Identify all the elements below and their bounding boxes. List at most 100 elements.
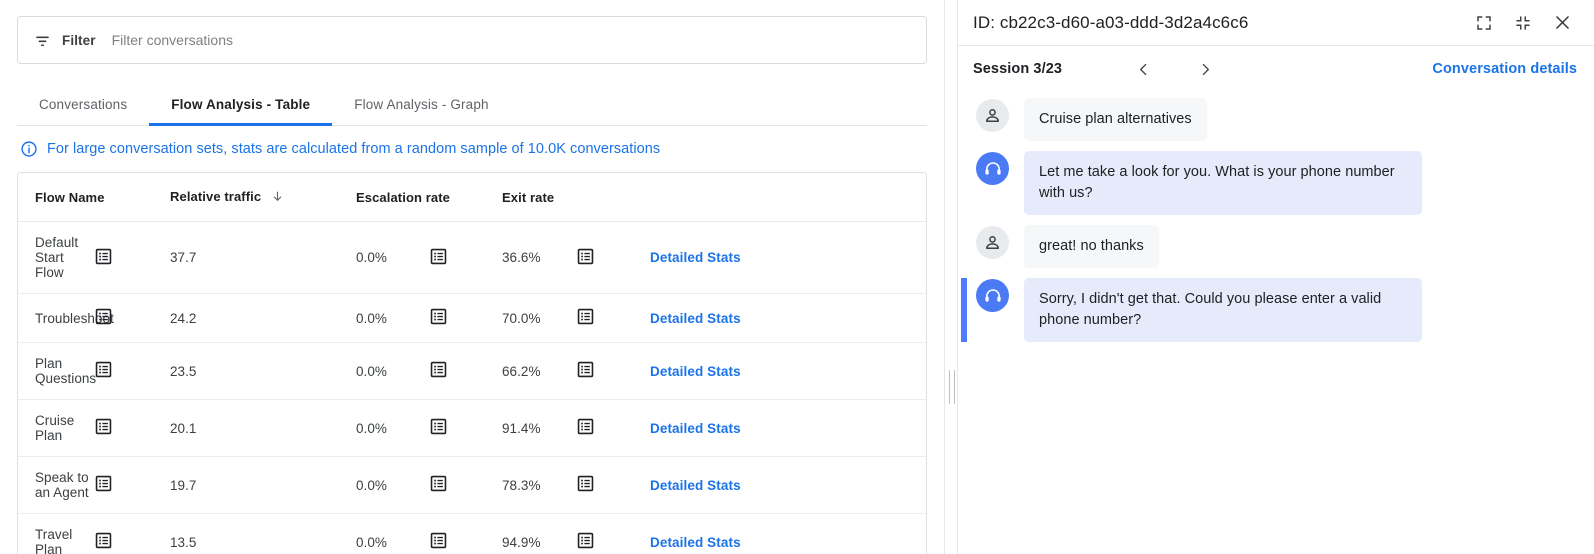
- exit-rate-view-list-icon[interactable]: [576, 514, 650, 554]
- message-bubble: Cruise plan alternatives: [1024, 98, 1207, 141]
- message-text: Sorry, I didn't get that. Could you plea…: [1039, 291, 1381, 328]
- close-icon[interactable]: [1547, 8, 1577, 38]
- cell-flow-name: Plan Questions: [18, 343, 94, 400]
- flow-name-text: Speak to an Agent: [35, 470, 89, 500]
- relative-traffic-value: 20.1: [170, 421, 196, 436]
- table-row[interactable]: Travel Plan 13.5 0.0% 94.9% Detailed Stats: [18, 514, 926, 554]
- expand-icon[interactable]: [1469, 8, 1499, 38]
- exit-rate-view-list-icon[interactable]: [576, 400, 650, 457]
- sampling-info-text: For large conversation sets, stats are c…: [47, 142, 660, 157]
- cell-actions: Detailed Stats: [650, 294, 926, 343]
- relative-traffic-value: 23.5: [170, 364, 196, 379]
- column-header-exit-rate-label: Exit rate: [502, 190, 554, 205]
- column-header-exit-rate[interactable]: Exit rate: [502, 173, 650, 222]
- cell-flow-name: Default Start Flow: [18, 222, 94, 294]
- chevron-right-icon[interactable]: [1190, 54, 1220, 84]
- table-row[interactable]: Troubleshoot24.20.0%70.0%Detailed Stats: [18, 294, 926, 343]
- flow-name-view-list-icon[interactable]: [94, 400, 170, 457]
- cell-escalation-rate: 0.0%: [356, 457, 429, 514]
- cell-flow-name: Troubleshoot: [18, 294, 94, 343]
- flow-name-view-list-icon[interactable]: [94, 294, 170, 343]
- conversation-id: ID: cb22c3-d60-a03-ddd-3d2a4c6c6: [973, 13, 1460, 33]
- detailed-stats-link[interactable]: Detailed Stats: [650, 364, 741, 379]
- escalation-rate-value: 0.0%: [356, 250, 387, 265]
- exit-rate-view-list-icon[interactable]: [576, 343, 650, 400]
- chat-message[interactable]: Sorry, I didn't get that. Could you plea…: [958, 278, 1594, 342]
- exit-rate-view-list-icon[interactable]: [576, 222, 650, 294]
- column-header-escalation-rate[interactable]: Escalation rate: [356, 173, 502, 222]
- escalation-rate-view-list-icon[interactable]: [429, 294, 502, 343]
- exit-rate-view-list-icon[interactable]: [576, 294, 650, 343]
- escalation-rate-view-list-icon[interactable]: [429, 343, 502, 400]
- chevron-left-icon[interactable]: [1128, 54, 1158, 84]
- escalation-rate-view-list-icon[interactable]: [429, 514, 502, 554]
- sort-descending-icon: [271, 190, 284, 206]
- cell-exit-rate: 36.6%: [502, 222, 576, 294]
- chat-message[interactable]: Let me take a look for you. What is your…: [958, 151, 1594, 215]
- cell-flow-name: Speak to an Agent: [18, 457, 94, 514]
- escalation-rate-view-list-icon[interactable]: [429, 222, 502, 294]
- escalation-rate-value: 0.0%: [356, 311, 387, 326]
- sampling-info-banner: For large conversation sets, stats are c…: [20, 140, 944, 158]
- filter-label: Filter: [62, 33, 96, 48]
- cell-exit-rate: 66.2%: [502, 343, 576, 400]
- tab-flow-analysis-table[interactable]: Flow Analysis - Table: [149, 84, 332, 125]
- cell-escalation-rate: 0.0%: [356, 294, 429, 343]
- cell-escalation-rate: 0.0%: [356, 222, 429, 294]
- chat-message[interactable]: great! no thanks: [958, 225, 1594, 268]
- message-bubble: Sorry, I didn't get that. Could you plea…: [1024, 278, 1422, 342]
- table-row[interactable]: Cruise Plan20.10.0%91.4%Detailed Stats: [18, 400, 926, 457]
- detailed-stats-link[interactable]: Detailed Stats: [650, 311, 741, 326]
- detailed-stats-link[interactable]: Detailed Stats: [650, 478, 741, 493]
- exit-rate-view-list-icon[interactable]: [576, 457, 650, 514]
- message-bubble: great! no thanks: [1024, 225, 1159, 268]
- drag-handle-icon[interactable]: [949, 370, 955, 404]
- detailed-stats-link[interactable]: Detailed Stats: [650, 421, 741, 436]
- collapse-icon[interactable]: [1508, 8, 1538, 38]
- headset-icon: [976, 152, 1009, 185]
- tab-conversations[interactable]: Conversations: [17, 84, 149, 125]
- escalation-rate-value: 0.0%: [356, 478, 387, 493]
- detailed-stats-link[interactable]: Detailed Stats: [650, 250, 741, 265]
- escalation-rate-view-list-icon[interactable]: [429, 400, 502, 457]
- table-row[interactable]: Plan Questions 23.5 0.0% 66.2% Detailed Stat…: [18, 343, 926, 400]
- flow-name-view-list-icon[interactable]: [94, 222, 170, 294]
- exit-rate-value: 70.0%: [502, 311, 541, 326]
- table-row[interactable]: Default Start Flow 37.7 0.0% 36.6% Detailed …: [18, 222, 926, 294]
- escalation-rate-value: 0.0%: [356, 421, 387, 436]
- exit-rate-value: 36.6%: [502, 250, 541, 265]
- session-navigation: Session 3/23 Conversation details: [958, 46, 1594, 92]
- flow-name-view-list-icon[interactable]: [94, 343, 170, 400]
- relative-traffic-value: 13.5: [170, 535, 196, 550]
- filter-bar[interactable]: Filter: [17, 16, 927, 64]
- cell-exit-rate: 78.3%: [502, 457, 576, 514]
- flow-name-view-list-icon[interactable]: [94, 514, 170, 554]
- panel-resize-divider[interactable]: [944, 0, 958, 554]
- conversation-details-link[interactable]: Conversation details: [1432, 61, 1577, 77]
- cell-relative-traffic: 13.5: [170, 514, 356, 554]
- cell-escalation-rate: 0.0%: [356, 343, 429, 400]
- relative-traffic-value: 37.7: [170, 250, 196, 265]
- cell-actions: Detailed Stats: [650, 222, 926, 294]
- filter-input[interactable]: [112, 32, 912, 48]
- escalation-rate-view-list-icon[interactable]: [429, 457, 502, 514]
- chat-message[interactable]: Cruise plan alternatives: [958, 98, 1594, 141]
- flow-name-view-list-icon[interactable]: [94, 457, 170, 514]
- message-text: Let me take a look for you. What is your…: [1039, 164, 1395, 201]
- filter-icon: [32, 30, 52, 50]
- chat-thread: Cruise plan alternatives Let me take a lo…: [958, 92, 1594, 554]
- cell-relative-traffic: 23.5: [170, 343, 356, 400]
- column-header-relative-traffic[interactable]: Relative traffic: [170, 173, 356, 222]
- cell-flow-name: Travel Plan: [18, 514, 94, 554]
- escalation-rate-value: 0.0%: [356, 535, 387, 550]
- exit-rate-value: 94.9%: [502, 535, 541, 550]
- person-icon: [976, 226, 1009, 259]
- cell-exit-rate: 94.9%: [502, 514, 576, 554]
- column-header-flow-name[interactable]: Flow Name: [18, 173, 170, 222]
- tab-flow-analysis-graph[interactable]: Flow Analysis - Graph: [332, 84, 510, 125]
- cell-escalation-rate: 0.0%: [356, 514, 429, 554]
- flow-analysis-panel: Filter Conversations Flow Analysis - Tab…: [0, 0, 944, 554]
- table-row[interactable]: Speak to an Agent19.70.0%78.3%Detailed S…: [18, 457, 926, 514]
- detailed-stats-link[interactable]: Detailed Stats: [650, 535, 741, 550]
- table-header-row: Flow Name Relative traffic: [18, 173, 926, 222]
